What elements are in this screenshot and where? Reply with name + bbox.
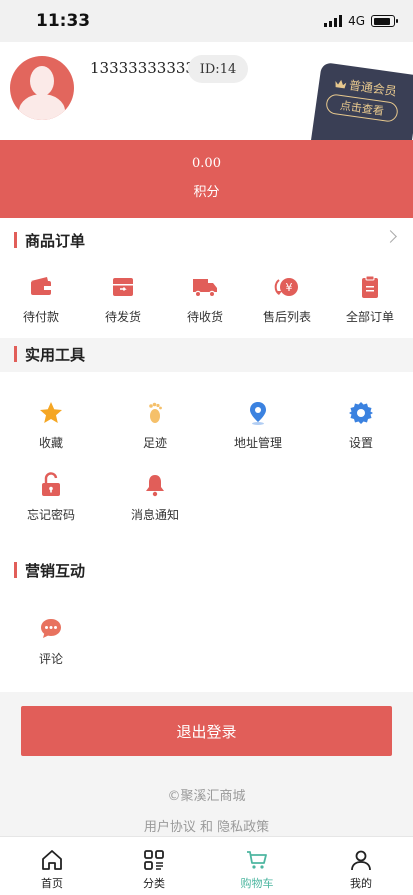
- copyright-text: ©聚溪汇商城: [167, 789, 246, 804]
- gear-icon: [349, 402, 373, 424]
- order-pending-receipt[interactable]: 待收货: [164, 274, 246, 325]
- tools-panel: 收藏 足迹 地址管理 设置 忘记密码 消息通知 营销互动 评论: [0, 372, 413, 692]
- tool-item-label: 地址管理: [233, 436, 282, 450]
- tool-item-label: 设置: [348, 436, 373, 450]
- order-item-label: 售后列表: [262, 310, 311, 324]
- tab-home[interactable]: 首页: [17, 849, 87, 891]
- clipboard-icon: [362, 275, 378, 298]
- user-icon: [351, 850, 371, 871]
- order-item-label: 待发货: [104, 310, 141, 324]
- category-icon: [144, 850, 164, 870]
- user-phone: 13333333333: [90, 59, 195, 77]
- comment-icon: [41, 619, 61, 638]
- points-value: 0.00: [192, 156, 221, 171]
- points-banner[interactable]: 0.00 积分: [0, 140, 413, 218]
- signal-icon: [324, 15, 343, 27]
- order-item-label: 全部订单: [345, 310, 394, 324]
- footer-area: 退出登录 ©聚溪汇商城 用户协议 和 隐私政策: [0, 692, 413, 835]
- points-label: 积分: [193, 185, 220, 200]
- star-icon: [40, 402, 62, 423]
- tool-footprints[interactable]: 足迹: [114, 400, 196, 451]
- tab-profile[interactable]: 我的: [326, 849, 396, 891]
- truck-icon: [193, 279, 217, 298]
- profile-header: 13333333333 ID:14 普通会员 点击查看: [0, 42, 413, 156]
- status-bar: 11:33 4G: [0, 0, 413, 42]
- chevron-right-icon: [384, 230, 397, 243]
- tool-item-label: 消息通知: [130, 508, 179, 522]
- tab-label: 购物车: [240, 877, 274, 890]
- tab-label: 我的: [350, 877, 372, 890]
- network-label: 4G: [348, 14, 365, 28]
- battery-icon: [371, 15, 398, 27]
- tab-category[interactable]: 分类: [119, 849, 189, 891]
- section-marker: [14, 562, 17, 578]
- section-marker: [14, 346, 17, 362]
- bottom-tab-bar: 首页 分类 购物车 我的: [0, 836, 413, 895]
- order-all[interactable]: 全部订单: [329, 274, 411, 325]
- status-time: 11:33: [36, 11, 91, 31]
- order-item-label: 待收货: [186, 310, 223, 324]
- crown-icon: [335, 79, 347, 88]
- section-marker: [14, 232, 17, 248]
- tools-section-header: 实用工具: [0, 336, 413, 372]
- marketing-section-title: 营销互动: [25, 561, 86, 580]
- tab-cart[interactable]: 购物车: [222, 849, 292, 891]
- status-indicators: 4G: [324, 14, 398, 28]
- tool-notifications[interactable]: 消息通知: [114, 472, 196, 523]
- tool-item-label: 收藏: [38, 436, 63, 450]
- tab-label: 首页: [41, 877, 63, 890]
- order-after-sales[interactable]: ¥ 售后列表: [246, 274, 328, 325]
- marketing-section-header: 营销互动: [0, 552, 413, 588]
- logout-button[interactable]: 退出登录: [21, 706, 392, 756]
- order-pending-payment[interactable]: 待付款: [0, 274, 82, 325]
- cart-icon: [247, 851, 267, 869]
- avatar[interactable]: [10, 56, 74, 120]
- bell-icon: [146, 475, 164, 497]
- wallet-icon: [31, 277, 51, 295]
- tools-section-title: 实用工具: [25, 345, 86, 364]
- marketing-comments[interactable]: 评论: [10, 616, 92, 667]
- marketing-item-label: 评论: [38, 652, 63, 666]
- orders-section-title: 商品订单: [25, 231, 86, 250]
- box-icon: [113, 278, 133, 296]
- location-icon: [250, 402, 266, 425]
- tool-address[interactable]: 地址管理: [217, 400, 299, 451]
- order-pending-shipment[interactable]: 待发货: [82, 274, 164, 325]
- refund-icon: ¥: [274, 278, 298, 296]
- orders-panel: 商品订单 待付款 待发货 待收货 ¥ 售后列表 全部订单 实用工具: [0, 218, 413, 364]
- home-icon: [42, 850, 62, 870]
- tool-favorites[interactable]: 收藏: [10, 400, 92, 451]
- tool-item-label: 忘记密码: [26, 508, 75, 522]
- unlock-icon: [42, 472, 60, 496]
- orders-section-header[interactable]: 商品订单: [0, 222, 413, 258]
- svg-text:¥: ¥: [286, 281, 293, 294]
- footprint-icon: [149, 402, 162, 423]
- order-item-label: 待付款: [22, 310, 59, 324]
- user-id-badge: ID:14: [188, 55, 248, 83]
- tool-settings[interactable]: 设置: [320, 400, 402, 451]
- tool-forgot-password[interactable]: 忘记密码: [10, 472, 92, 523]
- tab-label: 分类: [143, 877, 165, 890]
- tool-item-label: 足迹: [142, 436, 167, 450]
- policy-link[interactable]: 用户协议 和 隐私政策: [0, 816, 413, 835]
